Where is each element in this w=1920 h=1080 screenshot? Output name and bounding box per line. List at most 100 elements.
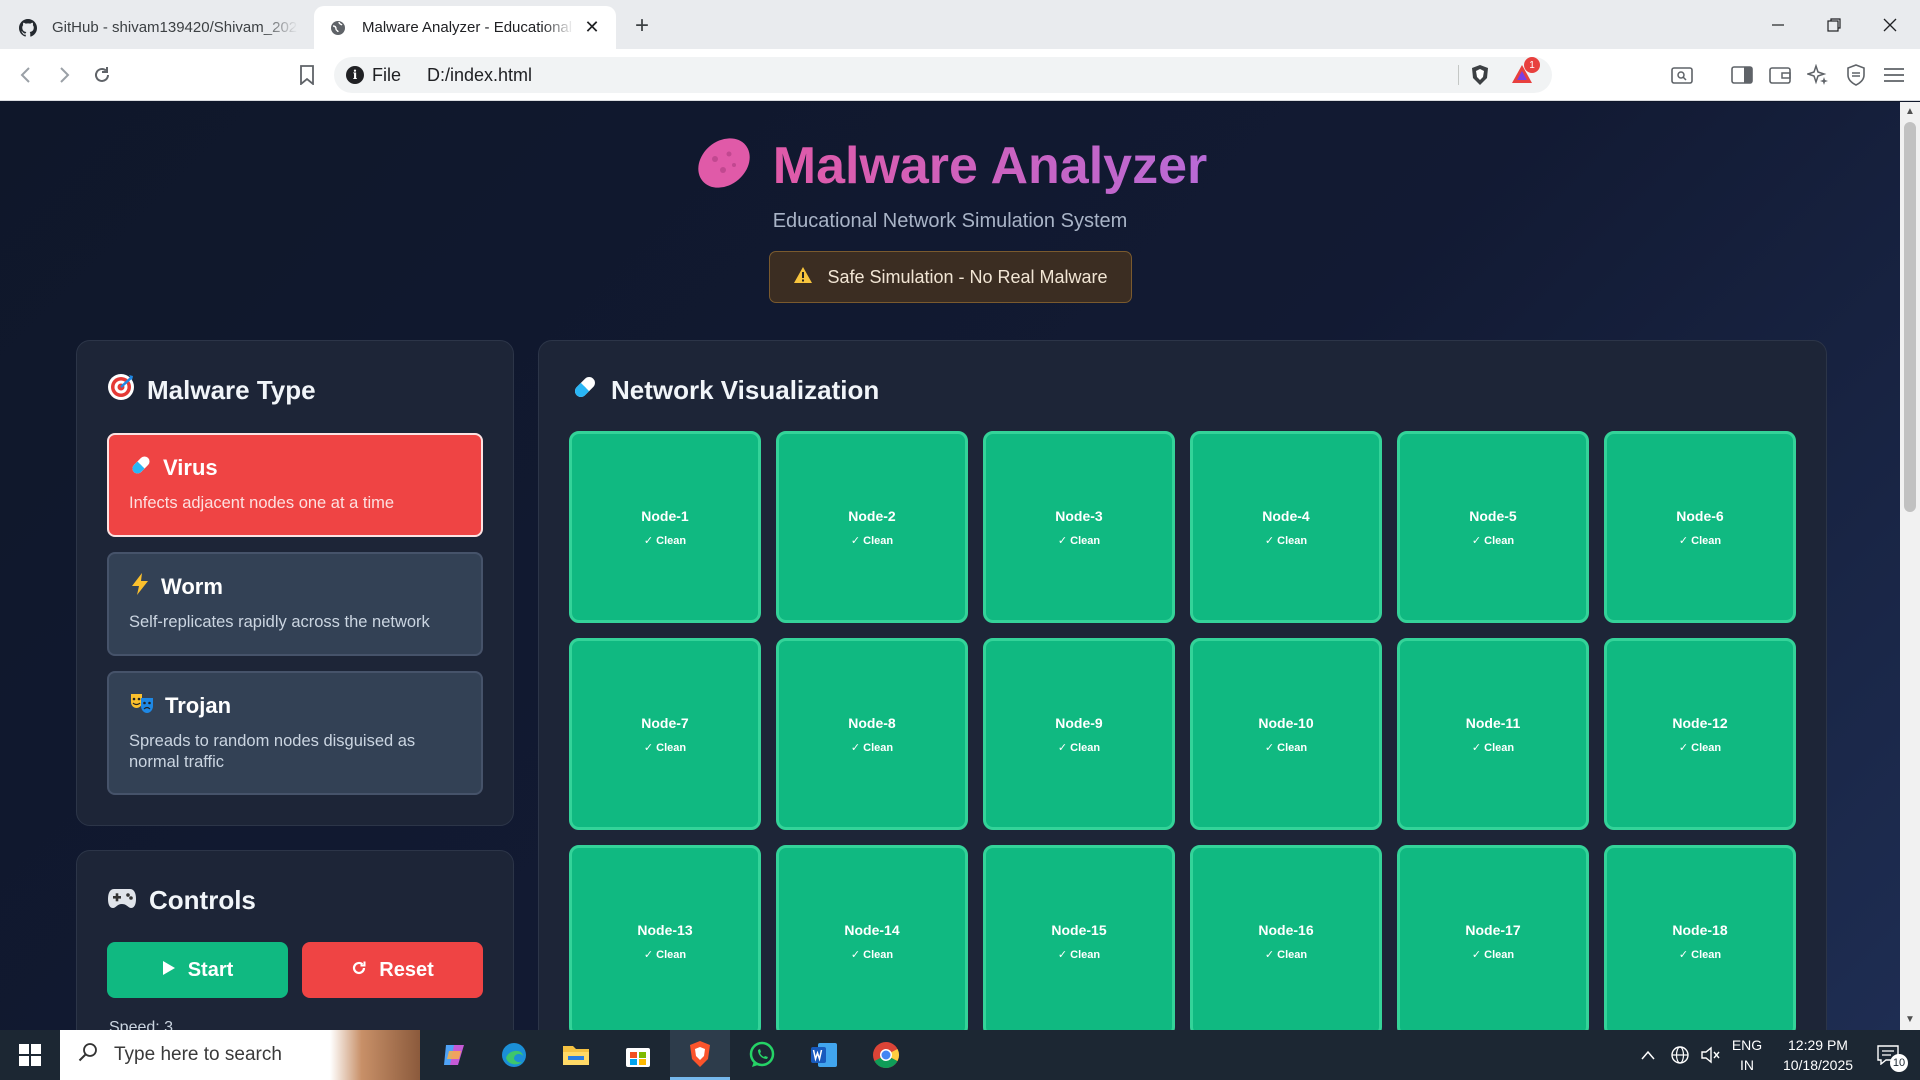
scroll-down-icon[interactable]: ▼: [1904, 1014, 1916, 1026]
bookmark-icon[interactable]: [293, 61, 321, 89]
scroll-up-icon[interactable]: ▲: [1904, 106, 1916, 118]
node-name: Node-3: [1055, 507, 1103, 524]
node-status: ✓ Clean: [850, 741, 894, 754]
reset-button-label: Reset: [379, 958, 434, 981]
node-name: Node-5: [1469, 507, 1517, 524]
github-icon: [18, 18, 38, 38]
node-status: ✓ Clean: [1057, 534, 1101, 547]
notification-count-badge: 10: [1890, 1054, 1908, 1072]
page-subtitle: Educational Network Simulation System: [772, 210, 1128, 232]
show-hidden-icons-icon[interactable]: [1636, 1030, 1660, 1080]
minimize-button[interactable]: [1750, 0, 1806, 49]
store-icon[interactable]: [608, 1030, 668, 1080]
network-node[interactable]: Node-15 ✓ Clean: [983, 845, 1175, 1030]
network-node[interactable]: Node-1 ✓ Clean: [569, 431, 761, 623]
tab-title: Malware Analyzer - Educational Network: [362, 19, 574, 36]
network-node[interactable]: Node-18 ✓ Clean: [1604, 845, 1796, 1030]
node-name: Node-11: [1465, 714, 1521, 731]
network-node[interactable]: Node-17 ✓ Clean: [1397, 845, 1589, 1030]
node-name: Node-6: [1676, 507, 1724, 524]
copilot-icon[interactable]: [424, 1030, 484, 1080]
network-node[interactable]: Node-3 ✓ Clean: [983, 431, 1175, 623]
clock[interactable]: 12:29 PM 10/18/2025: [1768, 1030, 1868, 1080]
network-node[interactable]: Node-12 ✓ Clean: [1604, 638, 1796, 830]
network-globe-icon[interactable]: [1668, 1030, 1692, 1080]
node-status: ✓ Clean: [1471, 948, 1515, 961]
reload-icon[interactable]: [88, 61, 116, 89]
brave-icon[interactable]: [670, 1030, 730, 1080]
network-node[interactable]: Node-14 ✓ Clean: [776, 845, 968, 1030]
node-name: Node-14: [844, 921, 900, 938]
start-button[interactable]: Start: [107, 942, 288, 998]
malware-option-name: Trojan: [165, 693, 232, 718]
network-node[interactable]: Node-11 ✓ Clean: [1397, 638, 1589, 830]
address-bar[interactable]: i File D:/index.html 1: [334, 57, 1552, 93]
whatsapp-icon[interactable]: [732, 1030, 792, 1080]
close-window-button[interactable]: [1862, 0, 1918, 49]
network-node[interactable]: Node-9 ✓ Clean: [983, 638, 1175, 830]
malware-option-header: Trojan: [129, 691, 461, 721]
tab-malware-analyzer[interactable]: Malware Analyzer - Educational Network ✕: [314, 6, 616, 49]
network-node[interactable]: Node-13 ✓ Clean: [569, 845, 761, 1030]
back-icon[interactable]: [12, 61, 40, 89]
restore-button[interactable]: [1806, 0, 1862, 49]
network-node[interactable]: Node-6 ✓ Clean: [1604, 431, 1796, 623]
page-title: Malware Analyzer: [772, 136, 1208, 195]
network-node[interactable]: Node-2 ✓ Clean: [776, 431, 968, 623]
page-scrollbar[interactable]: ▲ ▼: [1900, 102, 1920, 1030]
tab-title: GitHub - shivam139420/Shivam_2025: [52, 19, 298, 36]
taskbar-search-box[interactable]: Type here to search: [60, 1030, 420, 1080]
info-icon[interactable]: i: [346, 66, 364, 84]
start-button-label: Start: [187, 958, 234, 981]
volume-muted-icon[interactable]: [1698, 1030, 1722, 1080]
tab-github[interactable]: GitHub - shivam139420/Shivam_2025: [4, 6, 312, 49]
reset-button[interactable]: Reset: [302, 942, 483, 998]
region-label: IN: [1740, 1057, 1754, 1073]
menu-icon[interactable]: [1880, 61, 1908, 89]
forward-icon[interactable]: [50, 61, 78, 89]
url-text[interactable]: D:/index.html: [427, 65, 532, 86]
notification-center-icon[interactable]: 10: [1866, 1030, 1910, 1080]
page-search-icon[interactable]: [1668, 61, 1696, 89]
network-node[interactable]: Node-10 ✓ Clean: [1190, 638, 1382, 830]
edge-icon[interactable]: [484, 1030, 544, 1080]
word-icon[interactable]: [794, 1030, 854, 1080]
node-status: ✓ Clean: [1678, 534, 1722, 547]
malware-option-worm[interactable]: Worm Self-replicates rapidly across the …: [107, 552, 483, 656]
close-tab-icon[interactable]: ✕: [582, 17, 602, 38]
sidebar-icon[interactable]: [1728, 61, 1756, 89]
scheme-label: File: [372, 64, 402, 85]
node-status: ✓ Clean: [1264, 948, 1308, 961]
network-node[interactable]: Node-16 ✓ Clean: [1190, 845, 1382, 1030]
network-node[interactable]: Node-7 ✓ Clean: [569, 638, 761, 830]
lightning-icon: [129, 572, 151, 602]
windows-start-icon[interactable]: [0, 1030, 60, 1080]
scrollbar-thumb[interactable]: [1904, 122, 1916, 512]
node-status: ✓ Clean: [1264, 534, 1308, 547]
node-status: ✓ Clean: [643, 534, 687, 547]
safety-warning-badge: Safe Simulation - No Real Malware: [769, 251, 1132, 303]
network-node[interactable]: Node-5 ✓ Clean: [1397, 431, 1589, 623]
omnibox-separator: [1458, 65, 1459, 85]
malware-option-header: Virus: [129, 453, 461, 483]
page-viewport: Malware Analyzer Educational Network Sim…: [0, 102, 1900, 1030]
malware-option-virus[interactable]: Virus Infects adjacent nodes one at a ti…: [107, 433, 483, 537]
search-highlight-image: [330, 1030, 420, 1080]
malware-option-trojan[interactable]: Trojan Spreads to random nodes disguised…: [107, 671, 483, 795]
brave-shield-icon[interactable]: [1470, 64, 1490, 91]
warning-text: Safe Simulation - No Real Malware: [827, 266, 1108, 287]
panel-title-controls: Controls: [107, 885, 256, 916]
network-node[interactable]: Node-8 ✓ Clean: [776, 638, 968, 830]
microbe-icon: [693, 132, 755, 199]
network-node[interactable]: Node-4 ✓ Clean: [1190, 431, 1382, 623]
chrome-icon[interactable]: [856, 1030, 916, 1080]
vpn-icon[interactable]: [1842, 61, 1870, 89]
gamepad-icon: [107, 885, 137, 916]
node-name: Node-1: [641, 507, 689, 524]
clock-time: 12:29 PM: [1788, 1036, 1848, 1053]
leo-ai-icon[interactable]: [1804, 61, 1832, 89]
new-tab-button[interactable]: +: [628, 12, 656, 40]
language-indicator[interactable]: ENG IN: [1732, 1030, 1762, 1080]
wallet-icon[interactable]: [1766, 61, 1794, 89]
file-explorer-icon[interactable]: [546, 1030, 606, 1080]
